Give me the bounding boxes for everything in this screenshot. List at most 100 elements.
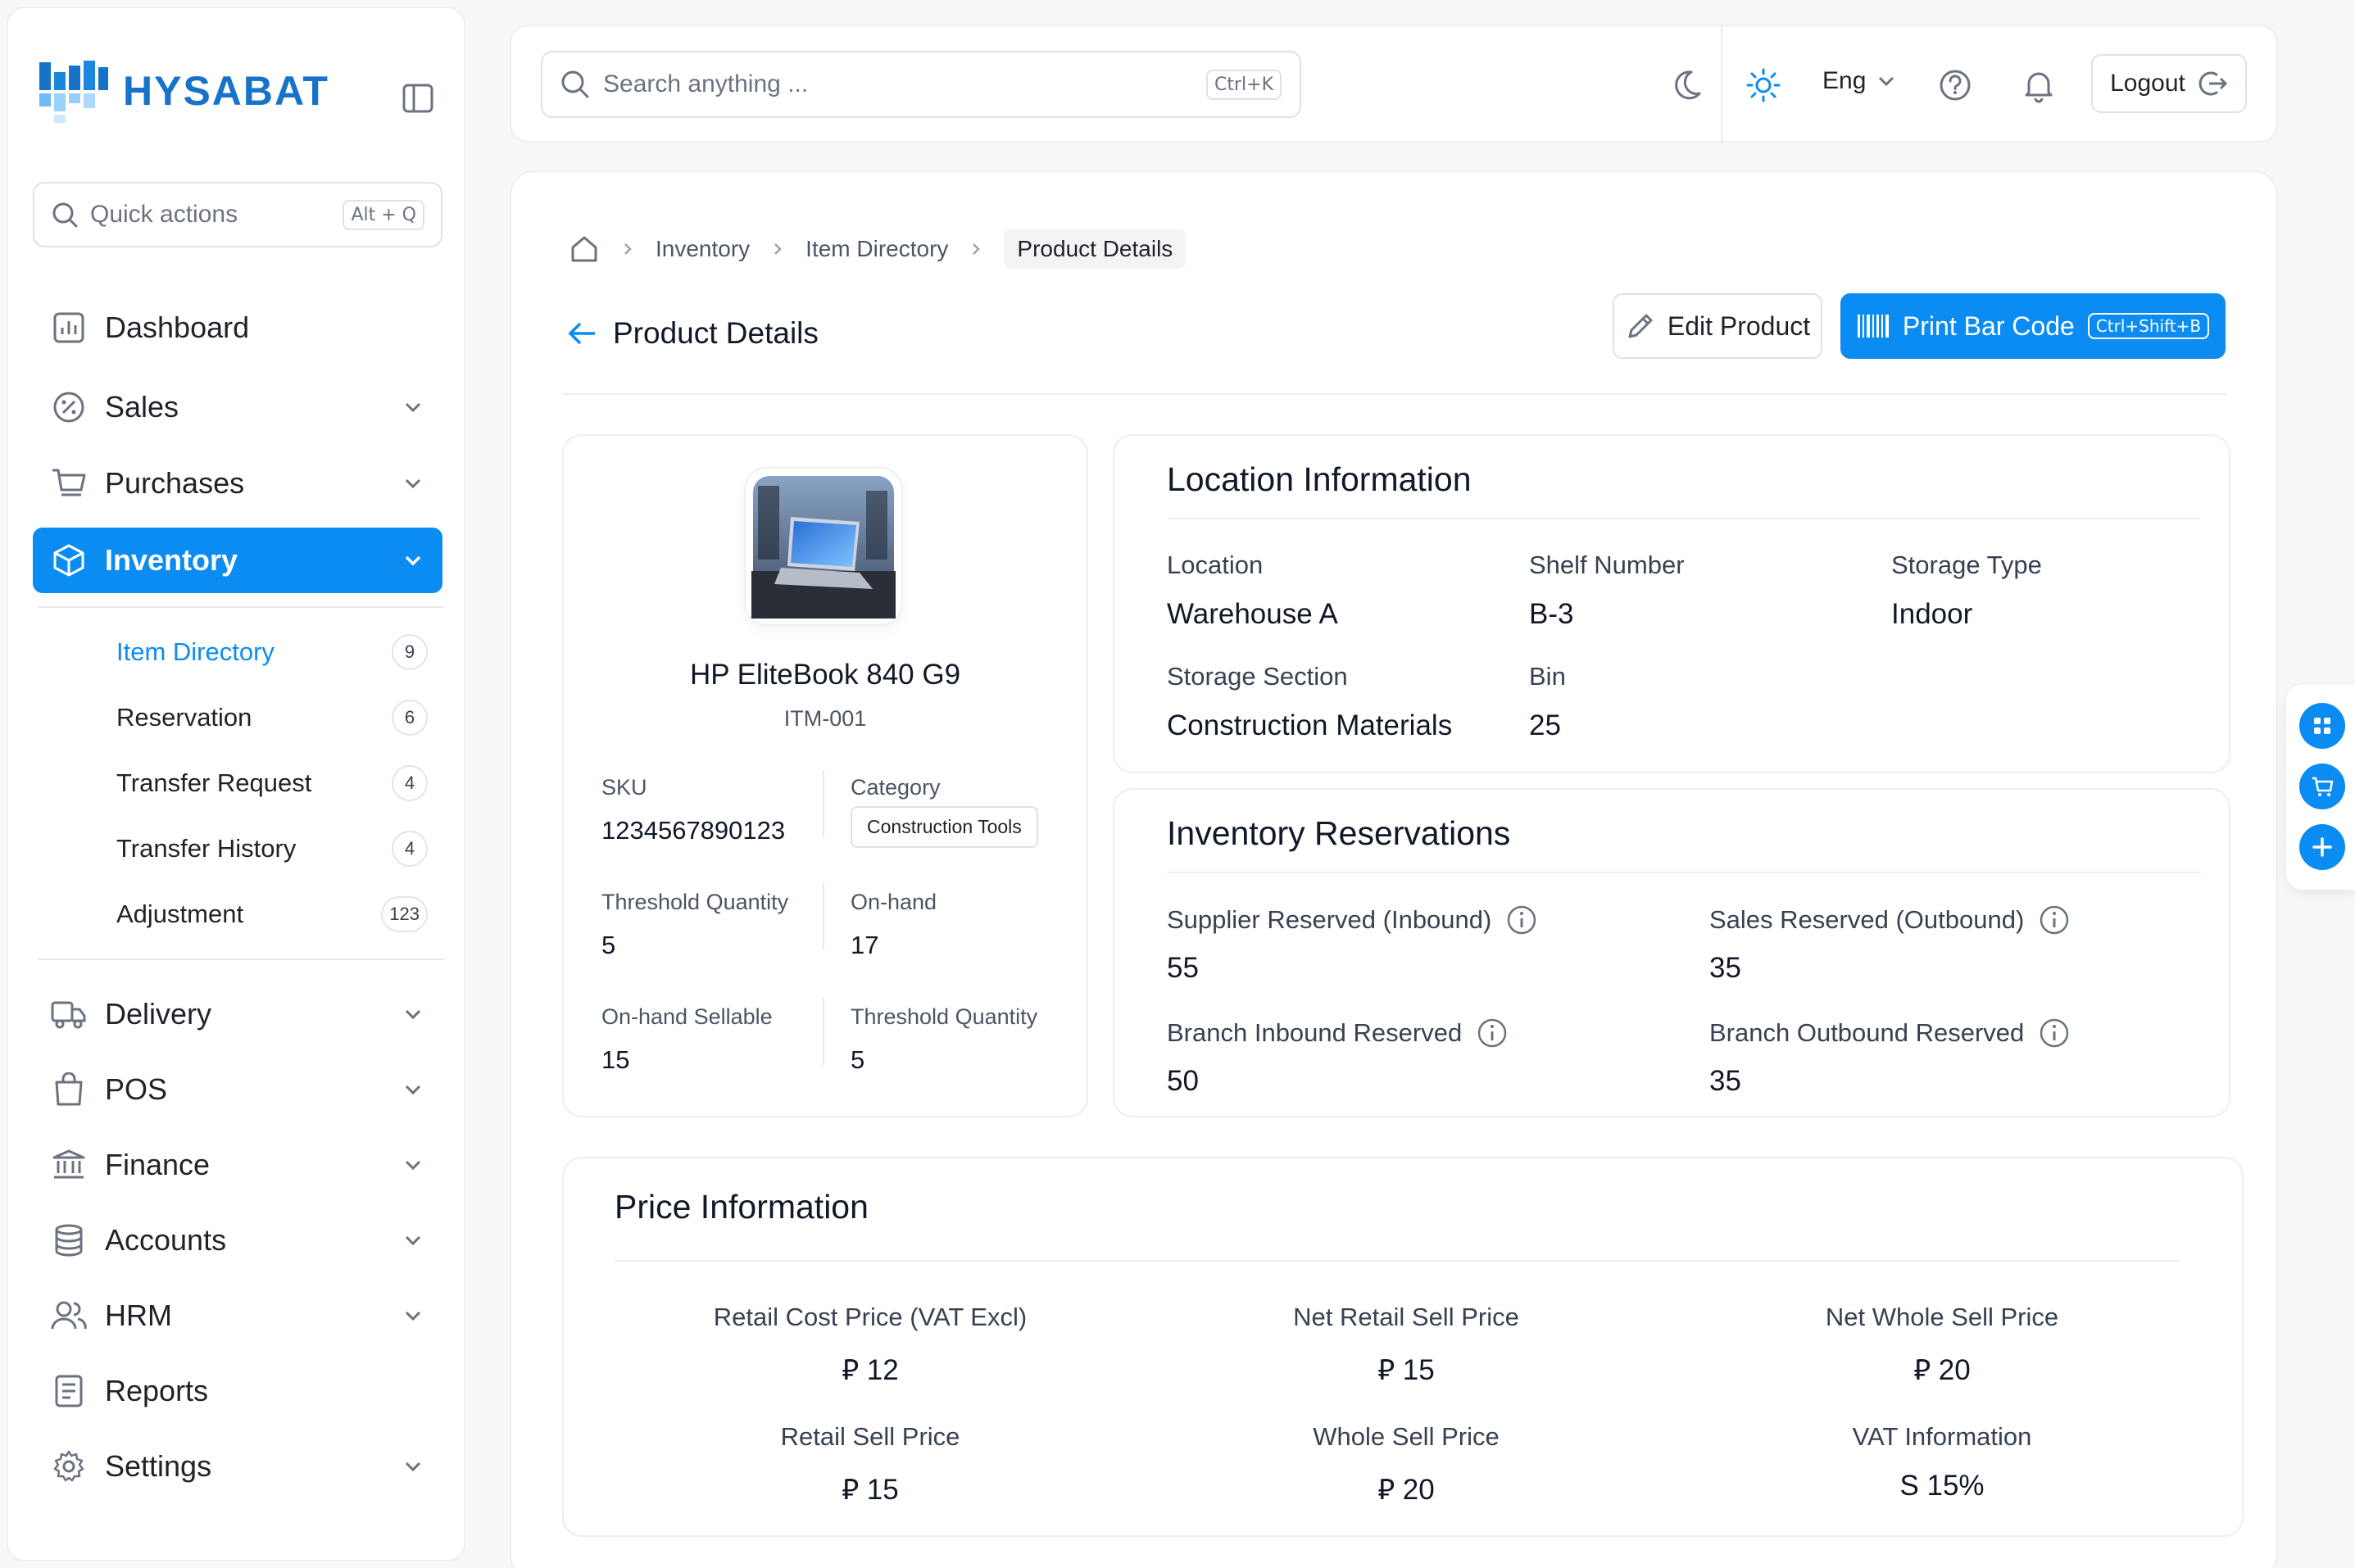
label-text: Branch Outbound Reserved bbox=[1709, 1018, 2025, 1047]
sku-label: SKU bbox=[601, 775, 647, 800]
home-icon[interactable] bbox=[569, 233, 600, 265]
page-title-text: Product Details bbox=[613, 316, 819, 350]
brand-name: HYSABAT bbox=[123, 68, 329, 114]
sidebar-item-delivery[interactable]: Delivery bbox=[33, 981, 442, 1047]
label-text: Sales Reserved (Outbound) bbox=[1709, 905, 2025, 934]
breadcrumb-current: Product Details bbox=[1004, 229, 1187, 269]
sidebar-item-pos[interactable]: POS bbox=[33, 1057, 442, 1122]
sidebar-item-label: HRM bbox=[105, 1298, 172, 1332]
grid-action-button[interactable] bbox=[2299, 703, 2345, 749]
location-information-card: Location Information Location Warehouse … bbox=[1113, 434, 2230, 773]
label-text: Shelf Number bbox=[1529, 551, 1685, 579]
sidebar-item-dashboard[interactable]: Dashboard bbox=[33, 295, 442, 360]
database-icon bbox=[51, 1222, 87, 1258]
info-icon[interactable] bbox=[1506, 904, 1537, 936]
sidebar-item-reports[interactable]: Reports bbox=[33, 1358, 442, 1424]
sidebar-item-purchases[interactable]: Purchases bbox=[33, 451, 442, 516]
cart-action-button[interactable] bbox=[2299, 764, 2345, 809]
chevron-down-icon bbox=[405, 478, 421, 489]
sidebar-subitem-transfer-history[interactable]: Transfer History 4 bbox=[116, 824, 428, 873]
net-whole-sell-price-value: ⃁ 20 bbox=[1913, 1354, 1971, 1386]
sidebar-item-accounts[interactable]: Accounts bbox=[33, 1208, 442, 1273]
category-chip: Construction Tools bbox=[851, 806, 1038, 848]
sidebar-item-inventory[interactable]: Inventory bbox=[33, 528, 442, 593]
barcode-icon bbox=[1857, 315, 1889, 338]
sidebar-item-label: Reports bbox=[105, 1374, 209, 1407]
net-retail-sell-price-value: ⃁ 15 bbox=[1377, 1354, 1435, 1386]
label-text: Location bbox=[1167, 551, 1264, 579]
quick-actions-input[interactable]: Quick actions Alt + Q bbox=[33, 182, 442, 247]
sidebar-subitem-adjustment[interactable]: Adjustment 123 bbox=[116, 890, 428, 939]
sidebar-subitem-transfer-request[interactable]: Transfer Request 4 bbox=[116, 759, 428, 808]
sales-reserved-value: 35 bbox=[1709, 952, 1741, 984]
info-icon[interactable] bbox=[2039, 1017, 2070, 1049]
pencil-icon bbox=[1628, 314, 1653, 338]
chevron-down-icon bbox=[405, 1009, 421, 1020]
onhand-label: On-hand bbox=[851, 890, 937, 914]
section-title: Price Information bbox=[615, 1188, 869, 1226]
quick-actions-shortcut: Alt + Q bbox=[343, 199, 424, 230]
add-action-button[interactable] bbox=[2299, 824, 2345, 870]
storage-section-value: Construction Materials bbox=[1167, 709, 1453, 741]
vat-information-label: VAT Information bbox=[1852, 1422, 2032, 1451]
percent-icon bbox=[51, 389, 87, 425]
branch-outbound-value: 35 bbox=[1709, 1065, 1741, 1097]
chevron-down-icon bbox=[1879, 76, 1894, 87]
global-search-input[interactable]: Search anything ... Ctrl+K bbox=[541, 51, 1301, 118]
header-divider bbox=[562, 393, 2227, 395]
sidebar-item-sales[interactable]: Sales bbox=[33, 374, 442, 440]
sidebar-item-hrm[interactable]: HRM bbox=[33, 1283, 442, 1348]
sidebar-item-label: POS bbox=[105, 1072, 168, 1106]
count-badge: 4 bbox=[392, 765, 428, 801]
sun-icon[interactable] bbox=[1745, 67, 1781, 103]
sidebar-toggle-icon[interactable] bbox=[402, 82, 434, 115]
location-label: Location bbox=[1167, 551, 1263, 580]
count-badge: 6 bbox=[392, 700, 428, 736]
label-text: Supplier Reserved (Inbound) bbox=[1167, 905, 1492, 934]
sidebar-subitem-label: Adjustment bbox=[116, 900, 244, 928]
info-icon[interactable] bbox=[2039, 904, 2070, 936]
storage-type-value: Indoor bbox=[1891, 598, 1973, 630]
section-divider bbox=[615, 1260, 2180, 1262]
search-icon bbox=[561, 70, 589, 98]
sales-reserved-label: Sales Reserved (Outbound) bbox=[1709, 904, 2070, 936]
document-icon bbox=[51, 1373, 87, 1409]
sidebar-item-finance[interactable]: Finance bbox=[33, 1132, 442, 1198]
help-icon[interactable] bbox=[1937, 67, 1973, 103]
sidebar-subitem-item-directory[interactable]: Item Directory 9 bbox=[116, 628, 428, 677]
chevron-down-icon bbox=[405, 402, 421, 413]
info-icon[interactable] bbox=[1477, 1017, 1508, 1049]
retail-cost-price-value: ⃁ 12 bbox=[842, 1354, 899, 1386]
breadcrumb-link[interactable]: Item Directory bbox=[805, 236, 948, 262]
language-select[interactable]: Eng bbox=[1822, 67, 1897, 95]
logout-button[interactable]: Logout bbox=[2091, 54, 2247, 113]
breadcrumb-link[interactable]: Inventory bbox=[656, 236, 750, 262]
threshold-value: 5 bbox=[601, 931, 616, 959]
moon-icon[interactable] bbox=[1667, 67, 1703, 103]
sidebar-item-label: Inventory bbox=[105, 543, 238, 577]
bin-label: Bin bbox=[1529, 662, 1566, 691]
shopping-bag-icon bbox=[51, 1072, 87, 1108]
topbar-separator bbox=[1721, 26, 1722, 144]
location-value: Warehouse A bbox=[1167, 598, 1338, 630]
chevron-down-icon bbox=[405, 1311, 421, 1321]
print-barcode-button[interactable]: Print Bar Code Ctrl+Shift+B bbox=[1840, 293, 2226, 359]
sidebar-subitem-reservation[interactable]: Reservation 6 bbox=[116, 693, 428, 742]
page-title: Product Details bbox=[565, 316, 819, 351]
section-divider bbox=[1167, 872, 2201, 873]
sidebar-item-settings[interactable]: Settings bbox=[33, 1434, 442, 1499]
branch-inbound-label: Branch Inbound Reserved bbox=[1167, 1017, 1508, 1049]
storage-section-label: Storage Section bbox=[1167, 662, 1348, 691]
bank-icon bbox=[51, 1147, 87, 1183]
bell-icon[interactable] bbox=[2021, 67, 2057, 103]
logout-icon bbox=[2198, 71, 2227, 96]
sidebar-subitem-label: Reservation bbox=[116, 703, 252, 732]
product-code: ITM-001 bbox=[783, 706, 867, 731]
shelf-number-value: B-3 bbox=[1529, 598, 1574, 630]
plus-icon bbox=[2312, 837, 2332, 857]
arrow-left-icon[interactable] bbox=[565, 317, 598, 350]
section-divider bbox=[1167, 518, 2201, 519]
main-content: Inventory Item Directory Product Details… bbox=[510, 170, 2278, 1568]
brand-logo[interactable]: HYSABAT bbox=[38, 54, 329, 128]
edit-product-button[interactable]: Edit Product bbox=[1613, 293, 1822, 359]
